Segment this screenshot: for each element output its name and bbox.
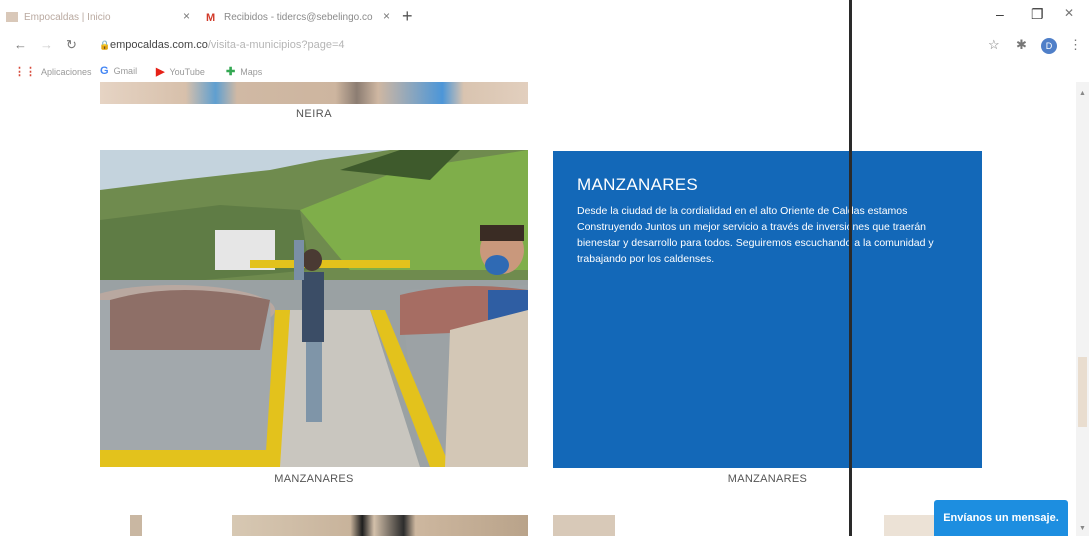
card-title: MANZANARES — [577, 175, 699, 194]
close-tab-icon[interactable]: × — [383, 9, 390, 23]
bookmark-apps[interactable]: ⋮⋮ Aplicaciones — [14, 65, 92, 78]
gallery-image-partial[interactable] — [884, 515, 934, 536]
neira-image[interactable] — [100, 82, 528, 104]
site-favicon-icon — [6, 12, 18, 22]
url-path: /visita-a-municipios?page=4 — [207, 39, 345, 51]
screen-divider-line — [849, 0, 852, 536]
restore-button[interactable]: ❐ — [1031, 6, 1044, 23]
apps-grid-icon: ⋮⋮ — [14, 66, 36, 78]
youtube-icon: ▶ — [156, 66, 165, 78]
extensions-icon[interactable]: ✱ — [1016, 37, 1027, 53]
card-description: Desde la ciudad de la cordialidad en el … — [577, 205, 934, 265]
maps-icon: ✚ — [226, 66, 236, 78]
gallery-caption-card: MANZANARES — [727, 473, 808, 485]
tab-empocaldas[interactable]: Empocaldas | Inicio × — [6, 6, 196, 28]
reload-icon[interactable]: ↻ — [66, 37, 77, 53]
manzanares-photo-illustration — [100, 150, 528, 467]
google-icon: G — [100, 65, 109, 77]
lock-icon: 🔒 — [99, 40, 111, 50]
scroll-down-arrow-icon[interactable]: ▼ — [1079, 525, 1086, 532]
bookmark-label: Aplicaciones — [41, 66, 92, 77]
bookmark-label: Maps — [240, 66, 263, 77]
bookmark-label: YouTube — [169, 66, 205, 77]
gallery-image-partial[interactable] — [232, 515, 528, 536]
scrollbar-thumb[interactable] — [1078, 357, 1087, 427]
star-icon[interactable]: ☆ — [988, 37, 1000, 53]
scroll-up-arrow-icon[interactable]: ▲ — [1079, 90, 1086, 97]
manzanares-info-card[interactable]: MANZANARES Desde la ciudad de la cordial… — [553, 151, 982, 468]
gallery-image-partial[interactable] — [553, 515, 615, 536]
chat-message-button[interactable]: Envíanos un mensaje. — [934, 500, 1068, 536]
bookmark-label: Gmail — [113, 66, 138, 76]
url-domain: empocaldas.com.co — [110, 39, 208, 51]
new-tab-button[interactable]: + — [402, 6, 413, 27]
back-arrow-icon[interactable]: ← — [14, 37, 27, 52]
bookmark-gmail[interactable]: G Gmail — [100, 65, 137, 77]
gallery-caption-neira: NEIRA — [295, 108, 333, 120]
bookmark-youtube[interactable]: ▶ YouTube — [156, 65, 205, 78]
browser-toolbar: ← → ↻ 🔒 empocaldas.com.co/visita-a-munic… — [0, 32, 1089, 60]
bookmark-maps[interactable]: ✚ Maps — [226, 65, 262, 78]
gmail-icon: M — [206, 12, 216, 24]
page-scrollbar[interactable]: ▲ ▼ — [1076, 82, 1089, 536]
forward-arrow-icon[interactable]: → — [40, 37, 53, 52]
tab-title: Recibidos - tidercs@sebelingo.co — [224, 11, 373, 23]
close-tab-icon[interactable]: × — [183, 9, 190, 23]
close-window-button[interactable]: ✕ — [1064, 6, 1074, 20]
tab-gmail[interactable]: M Recibidos - tidercs@sebelingo.co × — [206, 6, 396, 28]
bookmarks-bar: ⋮⋮ Aplicaciones G Gmail ▶ YouTube ✚ Maps — [0, 60, 1089, 82]
address-bar[interactable]: empocaldas.com.co/visita-a-municipios?pa… — [110, 39, 345, 51]
manzanares-photo[interactable] — [100, 150, 528, 467]
gallery-image-partial[interactable] — [130, 515, 142, 536]
menu-icon[interactable]: ⋮ — [1069, 37, 1082, 53]
tab-bar: Empocaldas | Inicio × M Recibidos - tide… — [0, 0, 1089, 32]
page-content: NEIRA MANZANARES MANZANARES Desde la ciu… — [0, 82, 1076, 536]
tab-title: Empocaldas | Inicio — [24, 11, 111, 23]
profile-avatar[interactable]: D — [1041, 38, 1057, 54]
gallery-caption-photo: MANZANARES — [274, 473, 354, 485]
minimize-button[interactable]: – — [996, 6, 1004, 22]
